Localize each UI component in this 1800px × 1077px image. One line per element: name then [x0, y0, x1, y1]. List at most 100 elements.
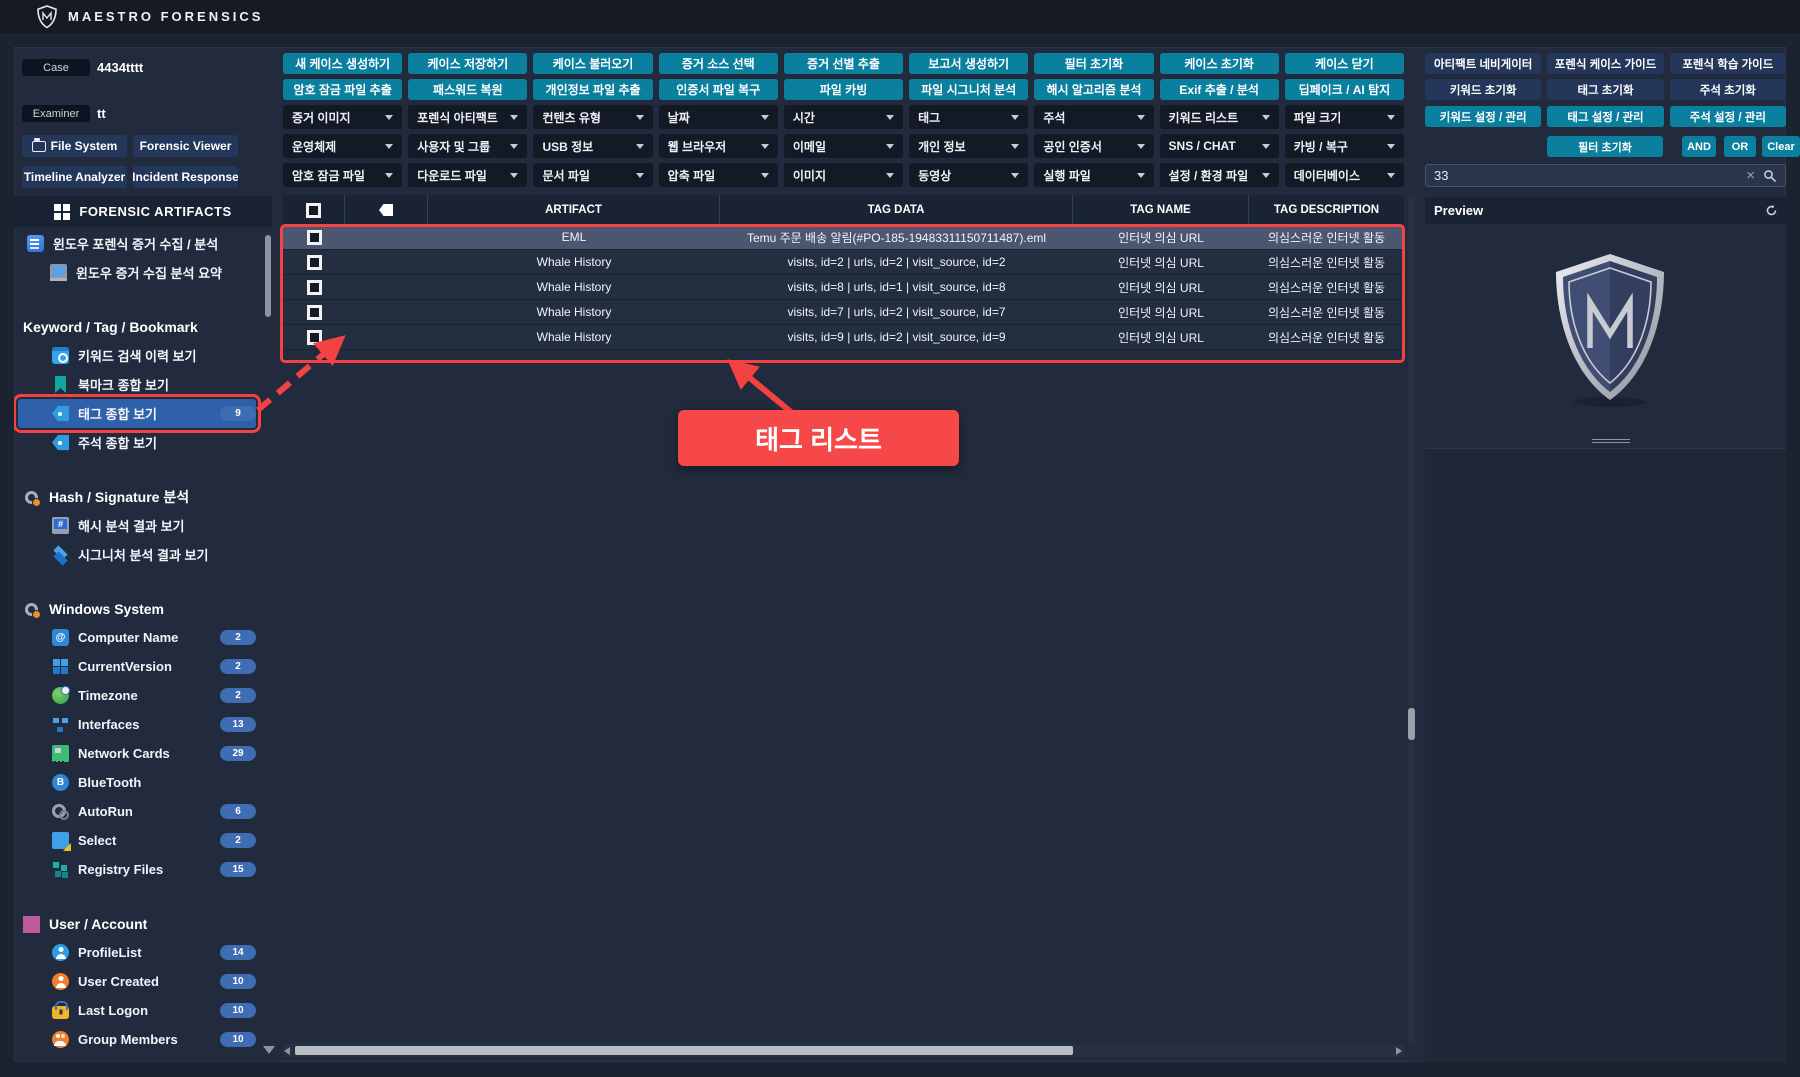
- sidebar-item[interactable]: 해시 분석 결과 보기: [18, 511, 256, 540]
- toolbar-action-button[interactable]: 인증서 파일 복구: [659, 79, 778, 100]
- sidebar-item[interactable]: CurrentVersion2: [18, 652, 256, 681]
- filter-dropdown[interactable]: 증거 이미지: [283, 105, 402, 129]
- filter-dropdown[interactable]: 시간: [784, 105, 903, 129]
- filter-dropdown[interactable]: 태그: [909, 105, 1028, 129]
- row-checkbox[interactable]: [307, 330, 322, 345]
- scroll-right-icon[interactable]: [1396, 1047, 1402, 1055]
- toolbar-action-button[interactable]: 파일 카빙: [784, 79, 903, 100]
- filter-dropdown[interactable]: 날짜: [659, 105, 778, 129]
- sidebar-item[interactable]: Group Members10: [18, 1025, 256, 1054]
- table-row[interactable]: Whale Historyvisits, id=2 | urls, id=2 |…: [283, 250, 1404, 275]
- filter-dropdown[interactable]: 이미지: [784, 163, 903, 187]
- tag-data-column-header[interactable]: TAG DATA: [720, 195, 1073, 225]
- right-panel-button[interactable]: 주석 설정 / 관리: [1670, 106, 1786, 127]
- filter-dropdown[interactable]: SNS / CHAT: [1160, 134, 1279, 158]
- sidebar-group-3[interactable]: Windows System: [14, 595, 272, 623]
- filter-dropdown[interactable]: 이메일: [784, 134, 903, 158]
- filter-dropdown[interactable]: USB 정보: [533, 134, 652, 158]
- toolbar-action-button[interactable]: 케이스 초기화: [1160, 53, 1279, 74]
- filter-dropdown[interactable]: 파일 크기: [1285, 105, 1404, 129]
- toolbar-action-button[interactable]: 케이스 불러오기: [533, 53, 652, 74]
- sidebar-item[interactable]: 북마크 종합 보기: [18, 370, 256, 399]
- artifact-column-header[interactable]: ARTIFACT: [428, 195, 720, 225]
- filter-dropdown[interactable]: 공인 인증서: [1034, 134, 1153, 158]
- toolbar-action-button[interactable]: 파일 시그니처 분석: [909, 79, 1028, 100]
- sidebar-item[interactable]: 시그니처 분석 결과 보기: [18, 540, 256, 569]
- sidebar-group-4[interactable]: User / Account: [14, 910, 272, 938]
- sidebar-item[interactable]: 주석 종합 보기: [18, 428, 256, 457]
- sidebar-item[interactable]: User Created10: [18, 967, 256, 996]
- sidebar-item[interactable]: Interfaces13: [18, 710, 256, 739]
- right-panel-button[interactable]: 포렌식 학습 가이드: [1670, 53, 1786, 74]
- filter-dropdown[interactable]: 키워드 리스트: [1160, 105, 1279, 129]
- filter-dropdown[interactable]: 사용자 및 그룹: [408, 134, 527, 158]
- filter-dropdown[interactable]: 압축 파일: [659, 163, 778, 187]
- filter-dropdown[interactable]: 포렌식 아티팩트: [408, 105, 527, 129]
- filter-dropdown[interactable]: 주석: [1034, 105, 1153, 129]
- toolbar-action-button[interactable]: 새 케이스 생성하기: [283, 53, 402, 74]
- sidebar-item[interactable]: Network Cards29: [18, 739, 256, 768]
- sidebar-item[interactable]: 키워드 검색 이력 보기: [18, 341, 256, 370]
- sidebar-group-0[interactable]: 윈도우 포렌식 증거 수집 / 분석: [18, 229, 256, 258]
- toolbar-action-button[interactable]: 딥페이크 / AI 탐지: [1285, 79, 1404, 100]
- filter-dropdown[interactable]: 다운로드 파일: [408, 163, 527, 187]
- row-checkbox[interactable]: [307, 305, 322, 320]
- toolbar-action-button[interactable]: 케이스 저장하기: [408, 53, 527, 74]
- filter-dropdown[interactable]: 실행 파일: [1034, 163, 1153, 187]
- filter-reset-button[interactable]: 필터 초기화: [1547, 136, 1663, 157]
- filter-dropdown[interactable]: 동영상: [909, 163, 1028, 187]
- horizontal-scrollbar-thumb[interactable]: [295, 1046, 1073, 1055]
- row-checkbox[interactable]: [307, 255, 322, 270]
- sidebar-item[interactable]: Last Logon10: [18, 996, 256, 1025]
- right-panel-button[interactable]: 주석 초기화: [1670, 79, 1786, 100]
- select-all-checkbox[interactable]: [306, 203, 321, 218]
- toolbar-action-button[interactable]: 케이스 닫기: [1285, 53, 1404, 74]
- nav-button[interactable]: Forensic Viewer: [133, 135, 238, 157]
- nav-button[interactable]: File System: [22, 135, 127, 157]
- sidebar-item[interactable]: Select2: [18, 826, 256, 855]
- or-button[interactable]: OR: [1724, 136, 1756, 157]
- nav-button[interactable]: Incident Response: [133, 166, 238, 188]
- and-button[interactable]: AND: [1682, 136, 1716, 157]
- right-panel-button[interactable]: 태그 초기화: [1547, 79, 1663, 100]
- toolbar-action-button[interactable]: 보고서 생성하기: [909, 53, 1028, 74]
- sidebar-item[interactable]: 윈도우 증거 수집 분석 요약: [18, 258, 256, 287]
- sidebar-item[interactable]: Computer Name2: [18, 623, 256, 652]
- tag-name-column-header[interactable]: TAG NAME: [1073, 195, 1249, 225]
- tag-description-column-header[interactable]: TAG DESCRIPTION: [1249, 195, 1404, 225]
- search-input[interactable]: [1434, 168, 1738, 183]
- filter-dropdown[interactable]: 개인 정보: [909, 134, 1028, 158]
- sidebar-group-1[interactable]: Keyword / Tag / Bookmark: [14, 313, 272, 341]
- filter-dropdown[interactable]: 데이터베이스: [1285, 163, 1404, 187]
- toolbar-action-button[interactable]: Exif 추출 / 분석: [1160, 79, 1279, 100]
- table-row[interactable]: EMLTemu 주문 배송 알림(#PO-185-194833111507114…: [283, 225, 1404, 250]
- table-row[interactable]: Whale Historyvisits, id=8 | urls, id=1 |…: [283, 275, 1404, 300]
- right-panel-button[interactable]: 포렌식 케이스 가이드: [1547, 53, 1663, 74]
- sidebar-scroll-down-icon[interactable]: [263, 1046, 275, 1054]
- table-row[interactable]: Whale Historyvisits, id=9 | urls, id=2 |…: [283, 325, 1404, 350]
- right-panel-button[interactable]: 키워드 초기화: [1425, 79, 1541, 100]
- preview-splitter-handle[interactable]: [1592, 439, 1630, 445]
- toolbar-action-button[interactable]: 필터 초기화: [1034, 53, 1153, 74]
- toolbar-action-button[interactable]: 해시 알고리즘 분석: [1034, 79, 1153, 100]
- row-checkbox[interactable]: [307, 230, 322, 245]
- filter-dropdown[interactable]: 웹 브라우저: [659, 134, 778, 158]
- filter-dropdown[interactable]: 문서 파일: [533, 163, 652, 187]
- sidebar-item[interactable]: Registry Files15: [18, 855, 256, 884]
- filter-dropdown[interactable]: 카빙 / 복구: [1285, 134, 1404, 158]
- right-panel-button[interactable]: 키워드 설정 / 관리: [1425, 106, 1541, 127]
- clear-button[interactable]: Clear: [1762, 136, 1800, 157]
- sidebar-item[interactable]: BlueTooth: [18, 768, 256, 797]
- filter-dropdown[interactable]: 설정 / 환경 파일: [1160, 163, 1279, 187]
- row-checkbox[interactable]: [307, 280, 322, 295]
- sidebar-scrollbar-thumb[interactable]: [265, 235, 271, 317]
- sidebar-item[interactable]: 태그 종합 보기9: [18, 399, 256, 428]
- sidebar-group-2[interactable]: Hash / Signature 분석: [14, 483, 272, 511]
- scroll-left-icon[interactable]: [284, 1047, 290, 1055]
- toolbar-action-button[interactable]: 개인정보 파일 추출: [533, 79, 652, 100]
- toolbar-action-button[interactable]: 암호 잠금 파일 추출: [283, 79, 402, 100]
- filter-dropdown[interactable]: 운영체제: [283, 134, 402, 158]
- clear-search-icon[interactable]: [1746, 168, 1755, 183]
- toolbar-action-button[interactable]: 패스워드 복원: [408, 79, 527, 100]
- filter-dropdown[interactable]: 컨텐츠 유형: [533, 105, 652, 129]
